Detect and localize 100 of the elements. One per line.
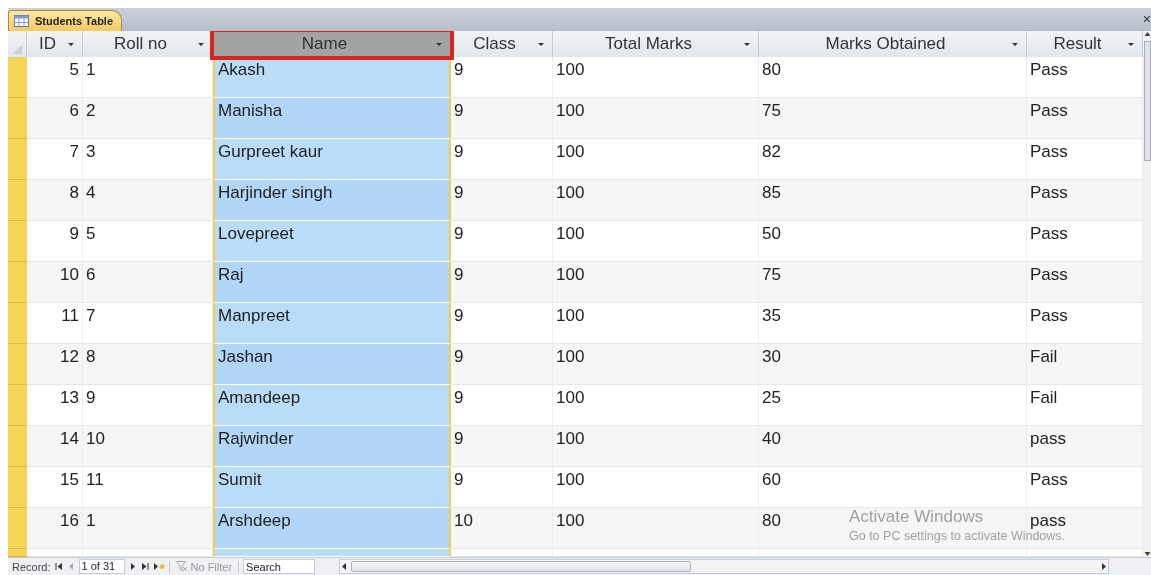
table-cell: 15 bbox=[27, 467, 83, 508]
scroll-right-icon[interactable] bbox=[1100, 562, 1109, 571]
table-cell: 9 bbox=[451, 303, 553, 344]
first-record-icon[interactable] bbox=[54, 562, 63, 571]
column-header[interactable]: Name bbox=[213, 31, 451, 57]
table-cell: 82 bbox=[759, 139, 1027, 180]
table-cell: 100 bbox=[553, 262, 759, 303]
record-selector[interactable] bbox=[8, 262, 27, 303]
horizontal-scrollbar[interactable] bbox=[339, 559, 1110, 574]
record-selector[interactable] bbox=[8, 139, 27, 180]
table-cell: 50 bbox=[759, 221, 1027, 262]
table-cell: 5 bbox=[83, 221, 213, 262]
table-cell: Raj bbox=[213, 262, 451, 303]
record-selector[interactable] bbox=[8, 221, 27, 262]
table-cell: 9 bbox=[451, 426, 553, 467]
table-cell: Akash bbox=[213, 57, 451, 98]
record-selector[interactable] bbox=[8, 344, 27, 385]
table-cell: Arshdeep bbox=[213, 508, 451, 549]
caret-icon[interactable] bbox=[744, 42, 750, 46]
record-selector[interactable] bbox=[8, 98, 27, 139]
table-cell: Pass bbox=[1027, 262, 1143, 303]
table-cell: 10 bbox=[83, 426, 213, 467]
table-cell: Amandeep bbox=[213, 385, 451, 426]
record-selector[interactable] bbox=[8, 303, 27, 344]
table-cell: Manpreet bbox=[213, 303, 451, 344]
close-button[interactable]: × bbox=[1142, 11, 1151, 27]
table-cell: 75 bbox=[759, 98, 1027, 139]
table-cell: 75 bbox=[759, 262, 1027, 303]
table-cell: Pass bbox=[1027, 139, 1143, 180]
caret-icon[interactable] bbox=[1128, 42, 1134, 46]
record-selector[interactable] bbox=[8, 57, 27, 98]
caret-icon[interactable] bbox=[198, 42, 204, 46]
table-cell: 10 bbox=[451, 508, 553, 549]
table-cell: 60 bbox=[759, 467, 1027, 508]
table-cell: 11 bbox=[83, 467, 213, 508]
next-record-icon[interactable] bbox=[128, 562, 137, 571]
scroll-left-icon[interactable] bbox=[340, 562, 349, 571]
table-icon bbox=[14, 15, 29, 27]
record-selector[interactable] bbox=[8, 549, 27, 557]
table-cell: 9 bbox=[451, 57, 553, 98]
tab[interactable]: Students Table bbox=[8, 10, 123, 31]
table-cell: 6 bbox=[27, 98, 83, 139]
table-cell: Pass bbox=[1027, 180, 1143, 221]
table-cell: Rajwinder bbox=[213, 426, 451, 467]
activation-title: Activate Windows bbox=[849, 507, 984, 527]
table-cell: 100 bbox=[553, 221, 759, 262]
table-cell: 9 bbox=[451, 344, 553, 385]
table-cell: 3 bbox=[83, 139, 213, 180]
record-selector[interactable] bbox=[8, 426, 27, 467]
vertical-scrollbar[interactable] bbox=[1143, 31, 1151, 557]
table-cell: 80 bbox=[759, 57, 1027, 98]
table-cell: 100 bbox=[553, 426, 759, 467]
table-cell: 9 bbox=[451, 385, 553, 426]
table-cell: 100 bbox=[553, 180, 759, 221]
table-cell: 100 bbox=[553, 139, 759, 180]
table-cell: 40 bbox=[759, 426, 1027, 467]
table-cell: Pass bbox=[1027, 57, 1143, 98]
table-cell: 11 bbox=[27, 303, 83, 344]
table-cell: 100 bbox=[553, 385, 759, 426]
caret-icon[interactable] bbox=[68, 42, 74, 46]
record-selector[interactable] bbox=[8, 508, 27, 549]
table-cell: 9 bbox=[451, 98, 553, 139]
table-cell: Pass bbox=[1027, 98, 1143, 139]
table-cell: 100 bbox=[553, 344, 759, 385]
search-field[interactable]: Search bbox=[243, 559, 316, 574]
table-cell: pass bbox=[1027, 426, 1143, 467]
table-cell: 10 bbox=[27, 262, 83, 303]
table-cell: 6 bbox=[83, 262, 213, 303]
caret-icon[interactable] bbox=[538, 42, 544, 46]
new-record-icon[interactable] bbox=[152, 562, 165, 571]
table-cell: 1 bbox=[83, 57, 213, 98]
select-all-icon[interactable] bbox=[13, 45, 22, 54]
caret-icon[interactable] bbox=[1012, 42, 1018, 46]
record-selector[interactable] bbox=[8, 467, 27, 508]
table-cell: 13 bbox=[27, 385, 83, 426]
table-cell: 30 bbox=[759, 344, 1027, 385]
table-cell: 9 bbox=[451, 221, 553, 262]
table-cell: 100 bbox=[553, 303, 759, 344]
table-cell: Sumit bbox=[213, 467, 451, 508]
table-cell: 5 bbox=[27, 57, 83, 98]
table-cell: 100 bbox=[553, 467, 759, 508]
table-cell: 9 bbox=[27, 221, 83, 262]
table-cell: Manisha bbox=[213, 98, 451, 139]
previous-record-icon[interactable] bbox=[66, 562, 75, 571]
record-selector[interactable] bbox=[8, 180, 27, 221]
table-cell: 9 bbox=[83, 385, 213, 426]
table-cell: 85 bbox=[759, 180, 1027, 221]
last-record-icon[interactable] bbox=[140, 562, 149, 571]
record-selector[interactable] bbox=[8, 385, 27, 426]
table-cell: Fail bbox=[1027, 385, 1143, 426]
scrollbar-thumb[interactable] bbox=[1143, 41, 1151, 161]
table-cell: 9 bbox=[451, 139, 553, 180]
table-cell: 8 bbox=[83, 344, 213, 385]
scrollbar-thumb[interactable] bbox=[351, 561, 692, 572]
table-cell: 12 bbox=[27, 344, 83, 385]
table-cell: Pass bbox=[1027, 303, 1143, 344]
table-cell: 4 bbox=[83, 180, 213, 221]
caret-icon[interactable] bbox=[436, 42, 442, 46]
table-cell: Jashan bbox=[213, 344, 451, 385]
record-number-field[interactable]: 1 of 31 bbox=[78, 559, 125, 574]
